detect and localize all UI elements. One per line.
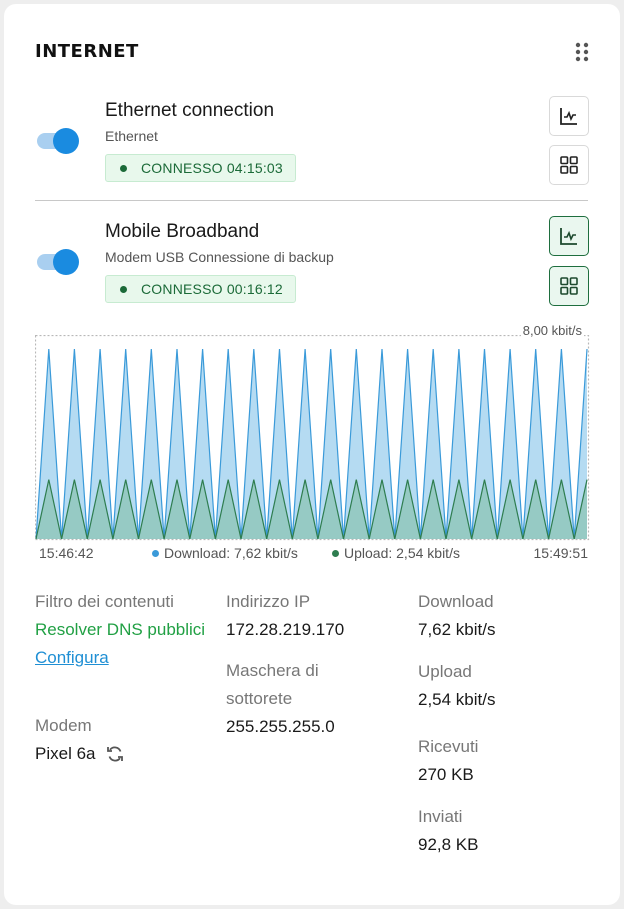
status-dot-icon (120, 285, 127, 293)
mobile-status-text: CONNESSO 00:16:12 (141, 281, 283, 297)
chart-end-time: 15:49:51 (533, 545, 589, 561)
line-chart-icon (560, 108, 577, 125)
internet-widget: INTERNET Ethernet connection Ethernet CO… (4, 4, 620, 905)
download-legend-dot (152, 549, 159, 557)
mobile-connection-name: Mobile Broadband (105, 221, 260, 242)
content-filter-value: Resolver DNS pubblici (35, 620, 206, 639)
widget-title: INTERNET (35, 41, 139, 62)
mobile-chart-button[interactable] (549, 216, 589, 256)
upload-value: 2,54 kbit/s (418, 690, 496, 709)
received-value: 270 KB (418, 765, 474, 784)
more-options-icon[interactable] (574, 41, 590, 63)
traffic-chart (35, 335, 590, 541)
chart-legend: 15:46:42 Download: 7,62 kbit/s Upload: 2… (35, 545, 588, 563)
subnet-mask-label: Maschera di sottorete (226, 661, 319, 708)
download-legend: Download: 7,62 kbit/s (152, 545, 298, 561)
mobile-details-button[interactable] (549, 266, 589, 306)
ethernet-status-badge: CONNESSO 04:15:03 (105, 154, 296, 182)
upload-legend-dot (332, 549, 339, 557)
sent-label: Inviati (418, 807, 463, 826)
ethernet-connection-name: Ethernet connection (105, 100, 275, 121)
upload-legend: Upload: 2,54 kbit/s (332, 545, 460, 561)
chart-start-time: 15:46:42 (39, 545, 94, 561)
refresh-icon[interactable] (105, 744, 125, 764)
ip-address-value: 172.28.219.170 (226, 620, 345, 639)
modem-value: Pixel 6a (35, 744, 96, 763)
download-value: 7,62 kbit/s (418, 620, 496, 639)
content-filter-label: Filtro dei contenuti (35, 592, 174, 611)
connections-divider (35, 200, 588, 201)
mobile-connection-subtitle: Modem USB Connessione di backup (105, 249, 334, 265)
received-label: Ricevuti (418, 737, 479, 756)
chart-max-label: 8,00 kbit/s (520, 323, 584, 338)
line-chart-icon (560, 228, 577, 245)
mobile-broadband-toggle[interactable] (35, 247, 81, 275)
download-legend-text: Download: 7,62 kbit/s (164, 545, 298, 561)
ip-address-label: Indirizzo IP (226, 592, 311, 611)
upload-label: Upload (418, 662, 472, 681)
sent-value: 92,8 KB (418, 835, 479, 854)
grid-icon (560, 156, 578, 174)
configure-link[interactable]: Configura (35, 644, 109, 672)
ethernet-connection-subtitle: Ethernet (105, 128, 158, 144)
ethernet-chart-button[interactable] (549, 96, 589, 136)
ethernet-details-button[interactable] (549, 145, 589, 185)
modem-label: Modem (35, 716, 92, 735)
mobile-status-badge: CONNESSO 00:16:12 (105, 275, 296, 303)
subnet-mask-value: 255.255.255.0 (226, 717, 335, 736)
upload-legend-text: Upload: 2,54 kbit/s (344, 545, 460, 561)
grid-icon (560, 277, 578, 295)
status-dot-icon (120, 164, 127, 172)
ethernet-toggle[interactable] (35, 126, 81, 154)
download-label: Download (418, 592, 494, 611)
ethernet-status-text: CONNESSO 04:15:03 (141, 160, 283, 176)
